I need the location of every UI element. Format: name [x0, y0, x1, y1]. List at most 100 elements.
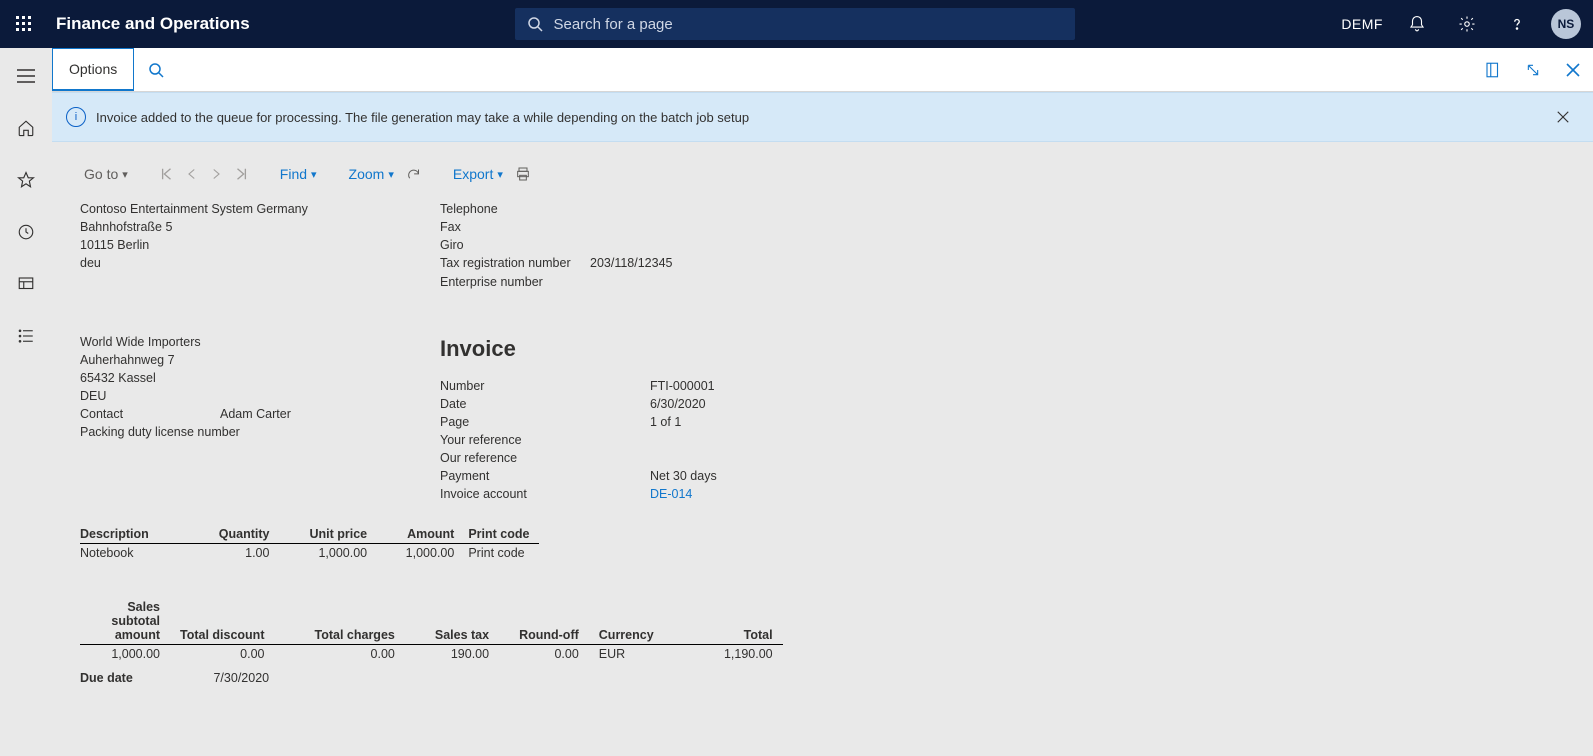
refresh-icon: [406, 167, 421, 182]
app-title: Finance and Operations: [56, 14, 250, 34]
left-rail: [0, 48, 52, 756]
dismiss-message-button[interactable]: [1547, 101, 1579, 133]
zoom-menu[interactable]: Zoom ▾: [349, 166, 394, 182]
invoice-account-label: Invoice account: [440, 485, 650, 503]
invoice-payment-label: Payment: [440, 467, 650, 485]
close-icon: [1565, 62, 1581, 78]
col-quantity: Quantity: [219, 525, 280, 544]
popout-icon: [1525, 62, 1541, 78]
invoice-fields-block: Invoice NumberFTI-000001 Date6/30/2020 P…: [440, 333, 717, 504]
first-page-button[interactable]: [160, 167, 174, 181]
taxreg-label: Tax registration number: [440, 254, 590, 272]
info-icon: i: [66, 107, 86, 127]
due-label: Due date: [80, 671, 210, 685]
last-page-icon: [234, 167, 248, 181]
table-row: Notebook 1.00 1,000.00 1,000.00 Print co…: [80, 544, 539, 563]
sender-city: 10115 Berlin: [80, 236, 380, 254]
main-area: Options: [52, 48, 1593, 756]
subtotal-value: 1,000.00: [80, 645, 170, 664]
tab-options[interactable]: Options: [52, 48, 134, 91]
invoice-date-value: 6/30/2020: [650, 395, 706, 413]
workspace-icon: [17, 275, 35, 293]
info-message-bar: i Invoice added to the queue for process…: [52, 92, 1593, 142]
invoice-account-link[interactable]: DE-014: [650, 485, 692, 503]
billto-street: Auherhahnweg 7: [80, 351, 380, 369]
star-icon: [17, 171, 35, 189]
invoice-yourref-label: Your reference: [440, 431, 650, 449]
line-items-table: Description Quantity Unit price Amount P…: [80, 525, 539, 562]
item-unit: 1,000.00: [279, 544, 377, 563]
help-button[interactable]: [1501, 8, 1533, 40]
billto-name: World Wide Importers: [80, 333, 380, 351]
export-label: Export: [453, 166, 493, 182]
popout-button[interactable]: [1513, 48, 1553, 91]
item-print: Print code: [464, 544, 539, 563]
nav-favorites-button[interactable]: [8, 164, 44, 196]
nav-home-button[interactable]: [8, 112, 44, 144]
action-search-button[interactable]: [134, 48, 178, 91]
chevron-down-icon: ▾: [122, 168, 128, 181]
topbar: Finance and Operations Search for a page…: [0, 0, 1593, 48]
search-placeholder: Search for a page: [553, 16, 672, 33]
prev-page-button[interactable]: [186, 167, 198, 181]
waffle-icon: [16, 16, 32, 32]
last-page-button[interactable]: [234, 167, 248, 181]
due-date-row: Due date 7/30/2020: [80, 671, 1565, 685]
sender-country: deu: [80, 254, 380, 272]
invoice-date-label: Date: [440, 395, 650, 413]
col-printcode: Print code: [464, 525, 539, 544]
chevron-down-icon: ▾: [497, 168, 503, 181]
workspace: Options: [0, 48, 1593, 756]
currency-value: EUR: [589, 645, 664, 664]
tax-value: 190.00: [405, 645, 499, 664]
sender-meta-block: Telephone Fax Giro Tax registration numb…: [440, 200, 673, 291]
action-pane: Options: [52, 48, 1593, 92]
settings-button[interactable]: [1451, 8, 1483, 40]
company-code[interactable]: DEMF: [1341, 16, 1383, 32]
invoice-number-label: Number: [440, 377, 650, 395]
nav-recent-button[interactable]: [8, 216, 44, 248]
notifications-button[interactable]: [1401, 8, 1433, 40]
chevron-down-icon: ▾: [388, 168, 394, 181]
sender-name: Contoso Entertainment System Germany: [80, 200, 380, 218]
help-icon: [1508, 15, 1526, 33]
nav-modules-button[interactable]: [8, 320, 44, 352]
open-in-office-button[interactable]: [1473, 48, 1513, 91]
th-subtotal: Sales subtotal amount: [80, 600, 170, 645]
invoice-document: Contoso Entertainment System Germany Bah…: [80, 200, 1565, 685]
th-total: Total: [664, 600, 783, 645]
due-value: 7/30/2020: [213, 671, 269, 685]
close-button[interactable]: [1553, 48, 1593, 91]
export-menu[interactable]: Export ▾: [453, 166, 503, 182]
find-menu[interactable]: Find ▾: [280, 166, 317, 182]
list-icon: [17, 327, 35, 345]
office-icon: [1484, 61, 1502, 79]
global-search[interactable]: Search for a page: [515, 8, 1075, 40]
app-launcher-button[interactable]: [0, 0, 48, 48]
close-icon: [1556, 110, 1570, 124]
nav-workspaces-button[interactable]: [8, 268, 44, 300]
th-tax: Sales tax: [405, 600, 499, 645]
col-description: Description: [80, 525, 219, 544]
th-discount: Total discount: [170, 600, 275, 645]
find-label: Find: [280, 166, 307, 182]
home-icon: [17, 119, 35, 137]
contact-value: Adam Carter: [220, 407, 291, 421]
next-page-button[interactable]: [210, 167, 222, 181]
user-avatar[interactable]: NS: [1551, 9, 1581, 39]
fax-label: Fax: [440, 218, 590, 236]
nav-expand-button[interactable]: [8, 60, 44, 92]
invoice-payment-value: Net 30 days: [650, 467, 717, 485]
goto-menu[interactable]: Go to ▾: [84, 166, 128, 182]
chevron-down-icon: ▾: [311, 168, 317, 181]
print-button[interactable]: [515, 166, 531, 182]
gear-icon: [1458, 15, 1476, 33]
taxreg-value: 203/118/12345: [590, 256, 673, 270]
refresh-button[interactable]: [406, 167, 421, 182]
goto-label: Go to: [84, 166, 118, 182]
packing-label: Packing duty license number: [80, 425, 240, 439]
sender-street: Bahnhofstraße 5: [80, 218, 380, 236]
charges-value: 0.00: [275, 645, 405, 664]
round-value: 0.00: [499, 645, 589, 664]
billto-block: World Wide Importers Auherhahnweg 7 6543…: [80, 333, 380, 504]
